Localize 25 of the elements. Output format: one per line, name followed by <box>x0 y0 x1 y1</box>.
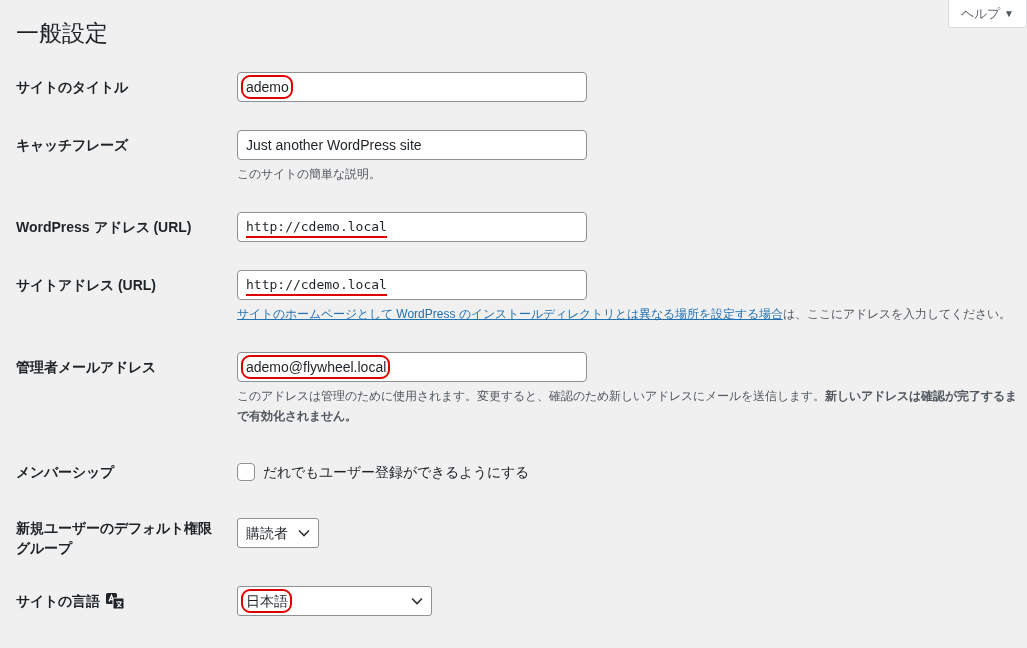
field-description: このアドレスは管理のために使用されます。変更すると、確認のため新しいアドレスにメールを送信します。新しいアドレスは確認が完了するまで有効化されません。 <box>237 388 1018 425</box>
field-label: WordPress アドレス (URL) <box>16 218 192 237</box>
text-field[interactable]: ademo <box>237 72 587 102</box>
text-field[interactable]: Just another WordPress site <box>237 130 587 160</box>
checkbox[interactable] <box>237 463 255 481</box>
field-label: サイトのタイトル <box>16 78 128 97</box>
checkbox-label[interactable]: だれでもユーザー登録ができるようにする <box>263 461 529 483</box>
field-description: サイトのホームページとして WordPress のインストールディレクトリとは異なる場所を設定する場合は、ここにアドレスを入力してください。 <box>237 306 1012 323</box>
field-label: サイトの言語 <box>16 592 100 611</box>
dropdown[interactable]: 購読者 <box>237 518 319 548</box>
field-description: このサイトの簡単な説明。 <box>237 166 382 183</box>
field-label: キャッチフレーズ <box>16 136 128 155</box>
field-label: サイトアドレス (URL) <box>16 276 156 295</box>
help-link[interactable]: サイトのホームページとして WordPress のインストールディレクトリとは異なる場所を設定する場合 <box>237 307 783 321</box>
text-field[interactable]: ademo@flywheel.local <box>237 352 587 382</box>
help-tab[interactable]: ヘルプ ▼ <box>948 0 1027 28</box>
field-label: 新規ユーザーのデフォルト権限グループ <box>16 519 213 558</box>
page-heading: 一般設定 <box>16 19 109 48</box>
url-field[interactable]: http://cdemo.local <box>237 270 587 300</box>
chevron-down-icon <box>411 597 423 605</box>
dropdown[interactable]: 日本語 <box>237 586 432 616</box>
field-label: メンバーシップ <box>16 463 114 482</box>
url-field[interactable]: http://cdemo.local <box>237 212 587 242</box>
chevron-down-icon <box>298 529 310 537</box>
field-label: 管理者メールアドレス <box>16 358 156 377</box>
